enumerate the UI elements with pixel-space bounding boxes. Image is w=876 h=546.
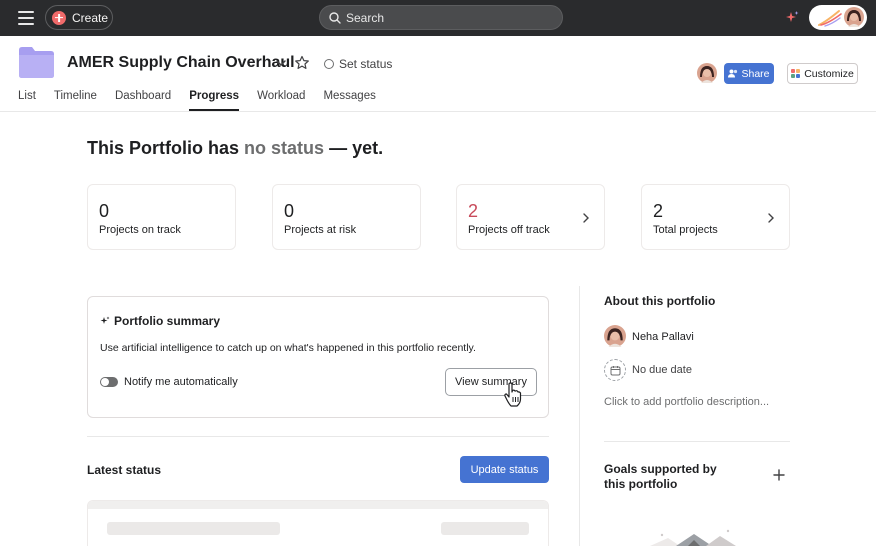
chevron-right-icon	[768, 213, 774, 223]
customize-button[interactable]: Customize	[787, 63, 858, 84]
skeleton-line	[441, 522, 529, 535]
project-title[interactable]: AMER Supply Chain Overhaul	[67, 54, 295, 72]
portfolio-summary-card: Portfolio summary Use artificial intelli…	[87, 296, 549, 418]
tab-bar: List Timeline Dashboard Progress Workloa…	[18, 90, 394, 111]
page-headline: This Portfolio has no status — yet.	[87, 138, 383, 159]
portfolio-folder-icon	[19, 47, 54, 78]
owner-name[interactable]: Neha Pallavi	[632, 331, 694, 343]
search-icon	[329, 11, 341, 24]
stat-label: Total projects	[653, 224, 718, 236]
stat-card-total[interactable]: 2 Total projects	[641, 184, 790, 250]
set-status-button[interactable]: Set status	[324, 57, 392, 71]
ai-sparkle-icon	[100, 316, 110, 324]
headline-highlight: no status	[244, 138, 325, 158]
stat-card-at-risk: 0 Projects at risk	[272, 184, 421, 250]
share-label: Share	[741, 67, 770, 80]
set-status-label: Set status	[339, 57, 393, 71]
skeleton-line	[107, 522, 280, 535]
member-avatar[interactable]	[697, 63, 717, 83]
celebration-swoosh-icon	[818, 10, 842, 27]
goals-mountain-illustration-icon	[650, 529, 736, 546]
right-panel-separator	[604, 441, 790, 442]
due-date-button[interactable]	[604, 359, 626, 381]
status-update-placeholder	[87, 500, 549, 546]
tab-timeline[interactable]: Timeline	[54, 90, 97, 111]
star-icon[interactable]	[294, 55, 310, 71]
placeholder-strip	[88, 501, 548, 509]
stat-card-off-track[interactable]: 2 Projects off track	[456, 184, 605, 250]
user-avatar	[844, 7, 864, 27]
stat-label: Projects on track	[99, 224, 181, 236]
people-icon	[728, 69, 738, 78]
chevron-right-icon	[583, 213, 589, 223]
add-goal-plus-icon[interactable]	[772, 468, 786, 482]
create-button[interactable]: Create	[45, 5, 113, 30]
customize-grid-icon	[791, 69, 801, 78]
headline-prefix: This Portfolio has	[87, 138, 240, 158]
latest-status-title: Latest status	[87, 463, 162, 477]
portfolio-description-input[interactable]: Click to add portfolio description...	[604, 396, 769, 408]
goals-title: Goals supported by this portfolio	[604, 462, 717, 491]
stat-value: 0	[284, 201, 295, 221]
status-circle-icon	[324, 59, 334, 69]
stat-label: Projects at risk	[284, 224, 357, 236]
right-panel-divider	[579, 286, 580, 546]
calendar-icon	[610, 365, 620, 375]
stat-value: 2	[468, 201, 479, 221]
owner-avatar[interactable]	[604, 325, 626, 347]
notify-toggle-label: Notify me automatically	[124, 376, 238, 388]
search-input[interactable]: Search	[319, 5, 563, 30]
notify-toggle[interactable]	[100, 377, 118, 387]
hamburger-menu-icon[interactable]	[18, 11, 34, 25]
ai-sparkle-icon[interactable]	[784, 10, 800, 26]
top-bar: Create Search	[0, 0, 876, 36]
chevron-down-icon[interactable]	[274, 56, 288, 70]
tab-messages[interactable]: Messages	[323, 90, 375, 111]
summary-description: Use artificial intelligence to catch up …	[100, 342, 476, 354]
plus-icon	[52, 10, 66, 25]
stat-value: 0	[99, 201, 110, 221]
headline-suffix: — yet.	[329, 138, 384, 158]
stat-card-on-track: 0 Projects on track	[87, 184, 236, 250]
customize-label: Customize	[804, 67, 854, 80]
summary-title: Portfolio summary	[100, 314, 220, 328]
summary-title-text: Portfolio summary	[114, 314, 221, 328]
search-placeholder: Search	[346, 10, 385, 25]
share-button[interactable]: Share	[724, 63, 774, 84]
tab-dashboard[interactable]: Dashboard	[115, 90, 171, 111]
profile-menu-button[interactable]	[809, 5, 867, 30]
tab-progress[interactable]: Progress	[189, 90, 240, 111]
update-status-button[interactable]: Update status	[460, 456, 549, 483]
tab-workload[interactable]: Workload	[257, 90, 305, 111]
pointer-hand-cursor-icon	[504, 382, 522, 407]
section-divider	[87, 436, 549, 437]
stat-value: 2	[653, 201, 664, 221]
stat-label: Projects off track	[468, 224, 550, 236]
create-label: Create	[72, 10, 109, 25]
tabs-divider	[0, 111, 876, 112]
due-date-text[interactable]: No due date	[632, 364, 692, 376]
tab-list[interactable]: List	[18, 90, 36, 111]
about-portfolio-title: About this portfolio	[604, 294, 716, 308]
